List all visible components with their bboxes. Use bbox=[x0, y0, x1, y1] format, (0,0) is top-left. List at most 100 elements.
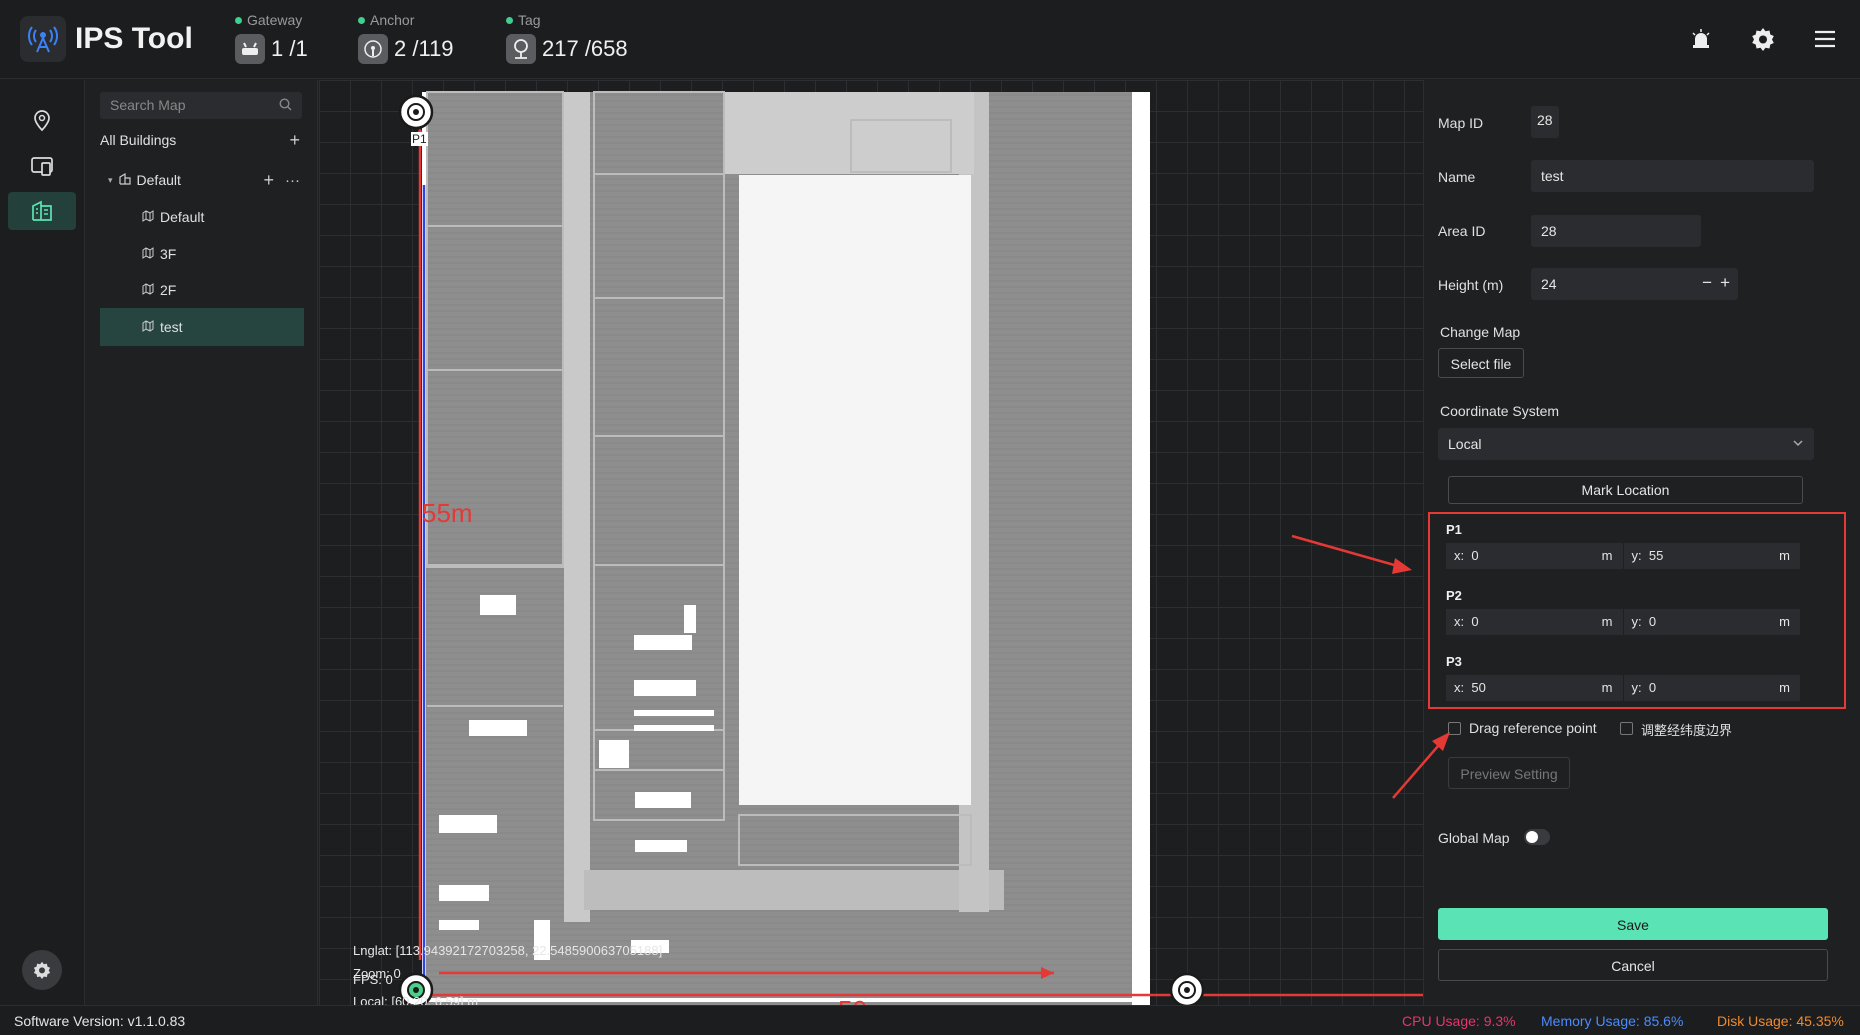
p1-y-input[interactable]: y: 55 m bbox=[1623, 543, 1800, 569]
device-nav-icon[interactable] bbox=[8, 147, 76, 185]
p3-y-value: 0 bbox=[1648, 680, 1657, 695]
unit-label: m bbox=[1779, 548, 1790, 563]
height-annotation: 55m bbox=[422, 498, 473, 528]
y-label: y: bbox=[1631, 680, 1642, 695]
adjust-bounds-label: 调整经纬度边界 bbox=[1641, 723, 1733, 738]
p2-x-input[interactable]: x: 0 m bbox=[1446, 609, 1623, 635]
map-icon bbox=[142, 246, 154, 262]
fps-readout: FPS: 0 bbox=[353, 972, 393, 987]
p1-canvas-label: P1 bbox=[411, 132, 428, 146]
cpu-usage: CPU Usage: 9.3% bbox=[1402, 1013, 1516, 1029]
global-map-toggle[interactable] bbox=[1524, 829, 1550, 845]
gateway-count: 1 /1 bbox=[271, 36, 308, 61]
floor-label: 3F bbox=[160, 246, 177, 262]
collapse-icon[interactable]: ▾ bbox=[108, 175, 113, 186]
all-buildings-label: All Buildings bbox=[100, 132, 177, 148]
x-label: x: bbox=[1454, 680, 1465, 695]
map-id-label: Map ID bbox=[1438, 115, 1484, 131]
map-tree-panel: Search Map All Buildings + ▾ Default + ··… bbox=[86, 80, 318, 1005]
map-canvas[interactable]: P1 55m 50m Zoom: 0 Local: [60.20, 6.59] … bbox=[319, 80, 1423, 1005]
local-readout: Local: [60.20, 6.59] m bbox=[353, 994, 478, 1005]
anchor-count: 2 /119 bbox=[394, 36, 454, 61]
map-icon bbox=[142, 319, 154, 335]
global-map-label: Global Map bbox=[1438, 830, 1510, 846]
p3-x-input[interactable]: x: 50 m bbox=[1446, 675, 1623, 701]
mark-location-button[interactable]: Mark Location bbox=[1448, 476, 1803, 504]
gateway-label: Gateway bbox=[247, 12, 303, 28]
map-id-field: 28 bbox=[1531, 106, 1559, 138]
drag-reference-checkbox[interactable] bbox=[1448, 722, 1461, 735]
gateway-stat: Gateway 1 /1 bbox=[235, 12, 308, 64]
p3-label: P3 bbox=[1446, 654, 1462, 669]
coordinate-system-label: Coordinate System bbox=[1440, 403, 1560, 419]
floor-item-test[interactable]: test bbox=[100, 308, 304, 346]
alarm-icon[interactable] bbox=[1686, 24, 1716, 54]
floor-item-default[interactable]: Default bbox=[100, 198, 304, 236]
add-building-icon[interactable]: + bbox=[289, 130, 300, 151]
p3-y-input[interactable]: y: 0 m bbox=[1623, 675, 1800, 701]
unit-label: m bbox=[1779, 614, 1790, 629]
preview-setting-button[interactable]: Preview Setting bbox=[1448, 757, 1570, 789]
lnglat-value: [113.943921727032​58, 22.548590063705188… bbox=[395, 943, 663, 958]
location-nav-icon[interactable] bbox=[8, 102, 76, 140]
map-icon bbox=[142, 282, 154, 298]
add-floor-icon[interactable]: + bbox=[263, 170, 274, 191]
p2-y-value: 0 bbox=[1648, 614, 1657, 629]
save-button[interactable]: Save bbox=[1438, 908, 1828, 940]
anchor-label: Anchor bbox=[370, 12, 415, 28]
coordinate-system-value: Local bbox=[1448, 436, 1482, 452]
building-row[interactable]: ▾ Default + ··· bbox=[100, 161, 304, 199]
p2-label: P2 bbox=[1446, 588, 1462, 603]
p1-marker-icon bbox=[398, 94, 434, 130]
anchor-icon bbox=[358, 34, 388, 64]
cancel-button[interactable]: Cancel bbox=[1438, 949, 1828, 981]
zoom-value: 0 bbox=[393, 966, 401, 981]
p3-group: P3 x: 50 m y: 0 m bbox=[1446, 654, 1801, 701]
map-settings-panel: Map ID 28 Name test Area ID 28 Height (m… bbox=[1423, 80, 1860, 1005]
area-id-label: Area ID bbox=[1438, 223, 1486, 239]
search-placeholder: Search Map bbox=[110, 97, 186, 113]
menu-icon[interactable] bbox=[1810, 24, 1840, 54]
y-label: y: bbox=[1631, 548, 1642, 563]
area-id-field[interactable]: 28 bbox=[1531, 215, 1701, 247]
floor-plan bbox=[398, 91, 1423, 1005]
height-stepper[interactable]: 24 − + bbox=[1531, 268, 1738, 300]
floor-item-3f[interactable]: 3F bbox=[100, 235, 304, 273]
local-label: Local: bbox=[353, 994, 388, 1005]
change-map-label: Change Map bbox=[1440, 324, 1521, 340]
all-buildings-row[interactable]: All Buildings + bbox=[100, 121, 304, 159]
disk-usage: Disk Usage: 45.35% bbox=[1717, 1013, 1844, 1029]
floor-label: test bbox=[160, 319, 183, 335]
building-label: Default bbox=[136, 172, 181, 188]
search-input[interactable]: Search Map bbox=[100, 92, 302, 119]
gear-icon[interactable] bbox=[1748, 24, 1778, 54]
software-version: Software Version: v1.1.0.83 bbox=[14, 1013, 186, 1029]
p1-y-value: 55 bbox=[1648, 548, 1664, 563]
tag-icon bbox=[506, 34, 536, 64]
settings-bottom-icon[interactable] bbox=[22, 950, 62, 990]
status-bar: Software Version: v1.1.0.83 CPU Usage: 9… bbox=[0, 1005, 1860, 1035]
p1-x-value: 0 bbox=[1471, 548, 1479, 563]
increment-icon[interactable]: + bbox=[1720, 273, 1730, 293]
map-nav-icon[interactable] bbox=[8, 192, 76, 230]
tag-count: 217 /658 bbox=[542, 36, 628, 61]
coordinate-system-select[interactable]: Local bbox=[1438, 428, 1814, 460]
tag-label: Tag bbox=[518, 12, 541, 28]
memory-usage: Memory Usage: 85.6% bbox=[1541, 1013, 1684, 1029]
search-icon bbox=[279, 98, 292, 114]
unit-label: m bbox=[1779, 680, 1790, 695]
adjust-bounds-checkbox[interactable] bbox=[1620, 722, 1633, 735]
more-icon[interactable]: ··· bbox=[285, 172, 300, 189]
p2-y-input[interactable]: y: 0 m bbox=[1623, 609, 1800, 635]
unit-label: m bbox=[1601, 680, 1613, 695]
width-annotation: 50m bbox=[838, 995, 889, 1005]
decrement-icon[interactable]: − bbox=[1702, 273, 1712, 293]
p1-x-input[interactable]: x: 0 m bbox=[1446, 543, 1623, 569]
name-field[interactable]: test bbox=[1531, 160, 1814, 192]
floor-item-2f[interactable]: 2F bbox=[100, 271, 304, 309]
drag-reference-label: Drag reference point bbox=[1469, 720, 1597, 736]
building-icon bbox=[118, 172, 131, 188]
p2-x-value: 0 bbox=[1471, 614, 1479, 629]
select-file-button[interactable]: Select file bbox=[1438, 348, 1524, 378]
lnglat-readout: Lnglat: [113.943921727032​58, 22.5485900… bbox=[353, 943, 662, 958]
